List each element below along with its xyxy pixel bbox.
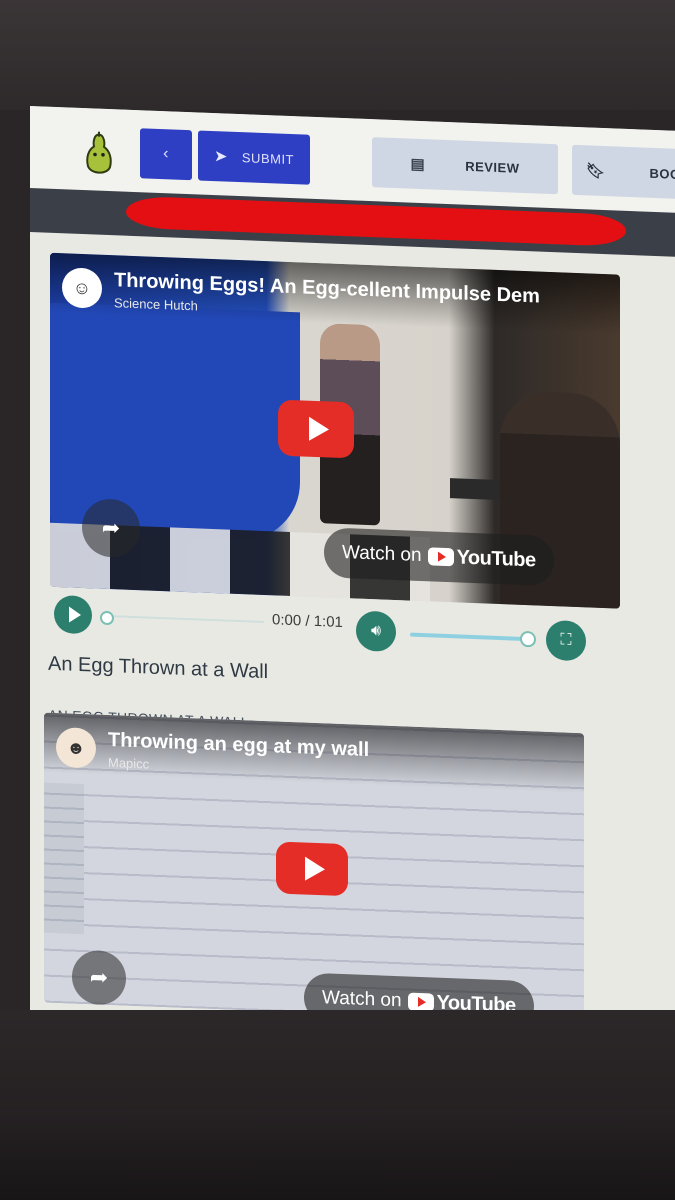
bookmark-button[interactable]: 🔖︎ BOOK bbox=[572, 144, 675, 200]
progress-knob[interactable] bbox=[100, 610, 114, 626]
watch-on-youtube-button[interactable]: Watch on YouTube bbox=[324, 527, 554, 587]
youtube-icon bbox=[407, 992, 434, 1012]
play-icon bbox=[68, 606, 81, 623]
laptop-screen: ‹ ➤ SUBMIT ▤ REVIEW 🔖︎ BOOK ☺ Throwing E… bbox=[30, 106, 675, 1051]
video-channel[interactable]: Mapicc bbox=[108, 755, 149, 772]
submit-label: SUBMIT bbox=[241, 149, 295, 167]
volume-track[interactable] bbox=[410, 632, 526, 642]
volume-icon[interactable]: 🔊︎ bbox=[356, 610, 396, 653]
video-header: ☻ Throwing an egg at my wall Mapicc bbox=[44, 712, 584, 794]
pear-logo-icon bbox=[86, 131, 112, 174]
watch-on-label: Watch on bbox=[322, 987, 402, 1012]
channel-avatar[interactable]: ☻ bbox=[56, 726, 96, 769]
channel-avatar[interactable]: ☺ bbox=[62, 267, 102, 309]
fullscreen-icon[interactable]: ⛶ bbox=[546, 619, 586, 662]
back-button[interactable]: ‹ bbox=[140, 128, 192, 181]
paper-plane-icon: ➤ bbox=[213, 148, 228, 166]
laptop-keyboard-edge bbox=[0, 1110, 675, 1200]
time-display: 0:00 / 1:01 bbox=[272, 611, 343, 632]
submit-button[interactable]: ➤ SUBMIT bbox=[198, 130, 310, 185]
youtube-play-button[interactable] bbox=[278, 399, 354, 459]
document-icon: ▤ bbox=[410, 155, 426, 174]
youtube-play-button[interactable] bbox=[276, 841, 348, 897]
play-icon bbox=[305, 856, 325, 882]
review-button[interactable]: ▤ REVIEW bbox=[372, 137, 558, 195]
play-button[interactable] bbox=[54, 594, 92, 635]
volume-knob[interactable] bbox=[520, 630, 536, 648]
review-label: REVIEW bbox=[465, 158, 520, 176]
bookmark-label: BOOK bbox=[649, 165, 675, 182]
youtube-icon bbox=[427, 547, 454, 567]
video-embed-2[interactable]: ☻ Throwing an egg at my wall Mapicc ➦ Wa… bbox=[44, 712, 584, 1024]
bookmark-icon: 🔖︎ bbox=[586, 162, 606, 181]
play-icon bbox=[309, 416, 329, 442]
video-channel[interactable]: Science Hutch bbox=[114, 295, 198, 313]
scene-glass-block bbox=[44, 782, 84, 935]
watch-on-label: Watch on bbox=[342, 541, 422, 567]
youtube-logo: YouTube bbox=[427, 545, 536, 572]
laptop-bezel-top bbox=[0, 0, 675, 110]
share-arrow-icon[interactable]: ➦ bbox=[72, 949, 126, 1006]
video-embed-1[interactable]: ☺ Throwing Eggs! An Egg-cellent Impulse … bbox=[50, 252, 620, 609]
progress-track[interactable] bbox=[114, 615, 264, 623]
scene-tarp bbox=[50, 302, 300, 543]
